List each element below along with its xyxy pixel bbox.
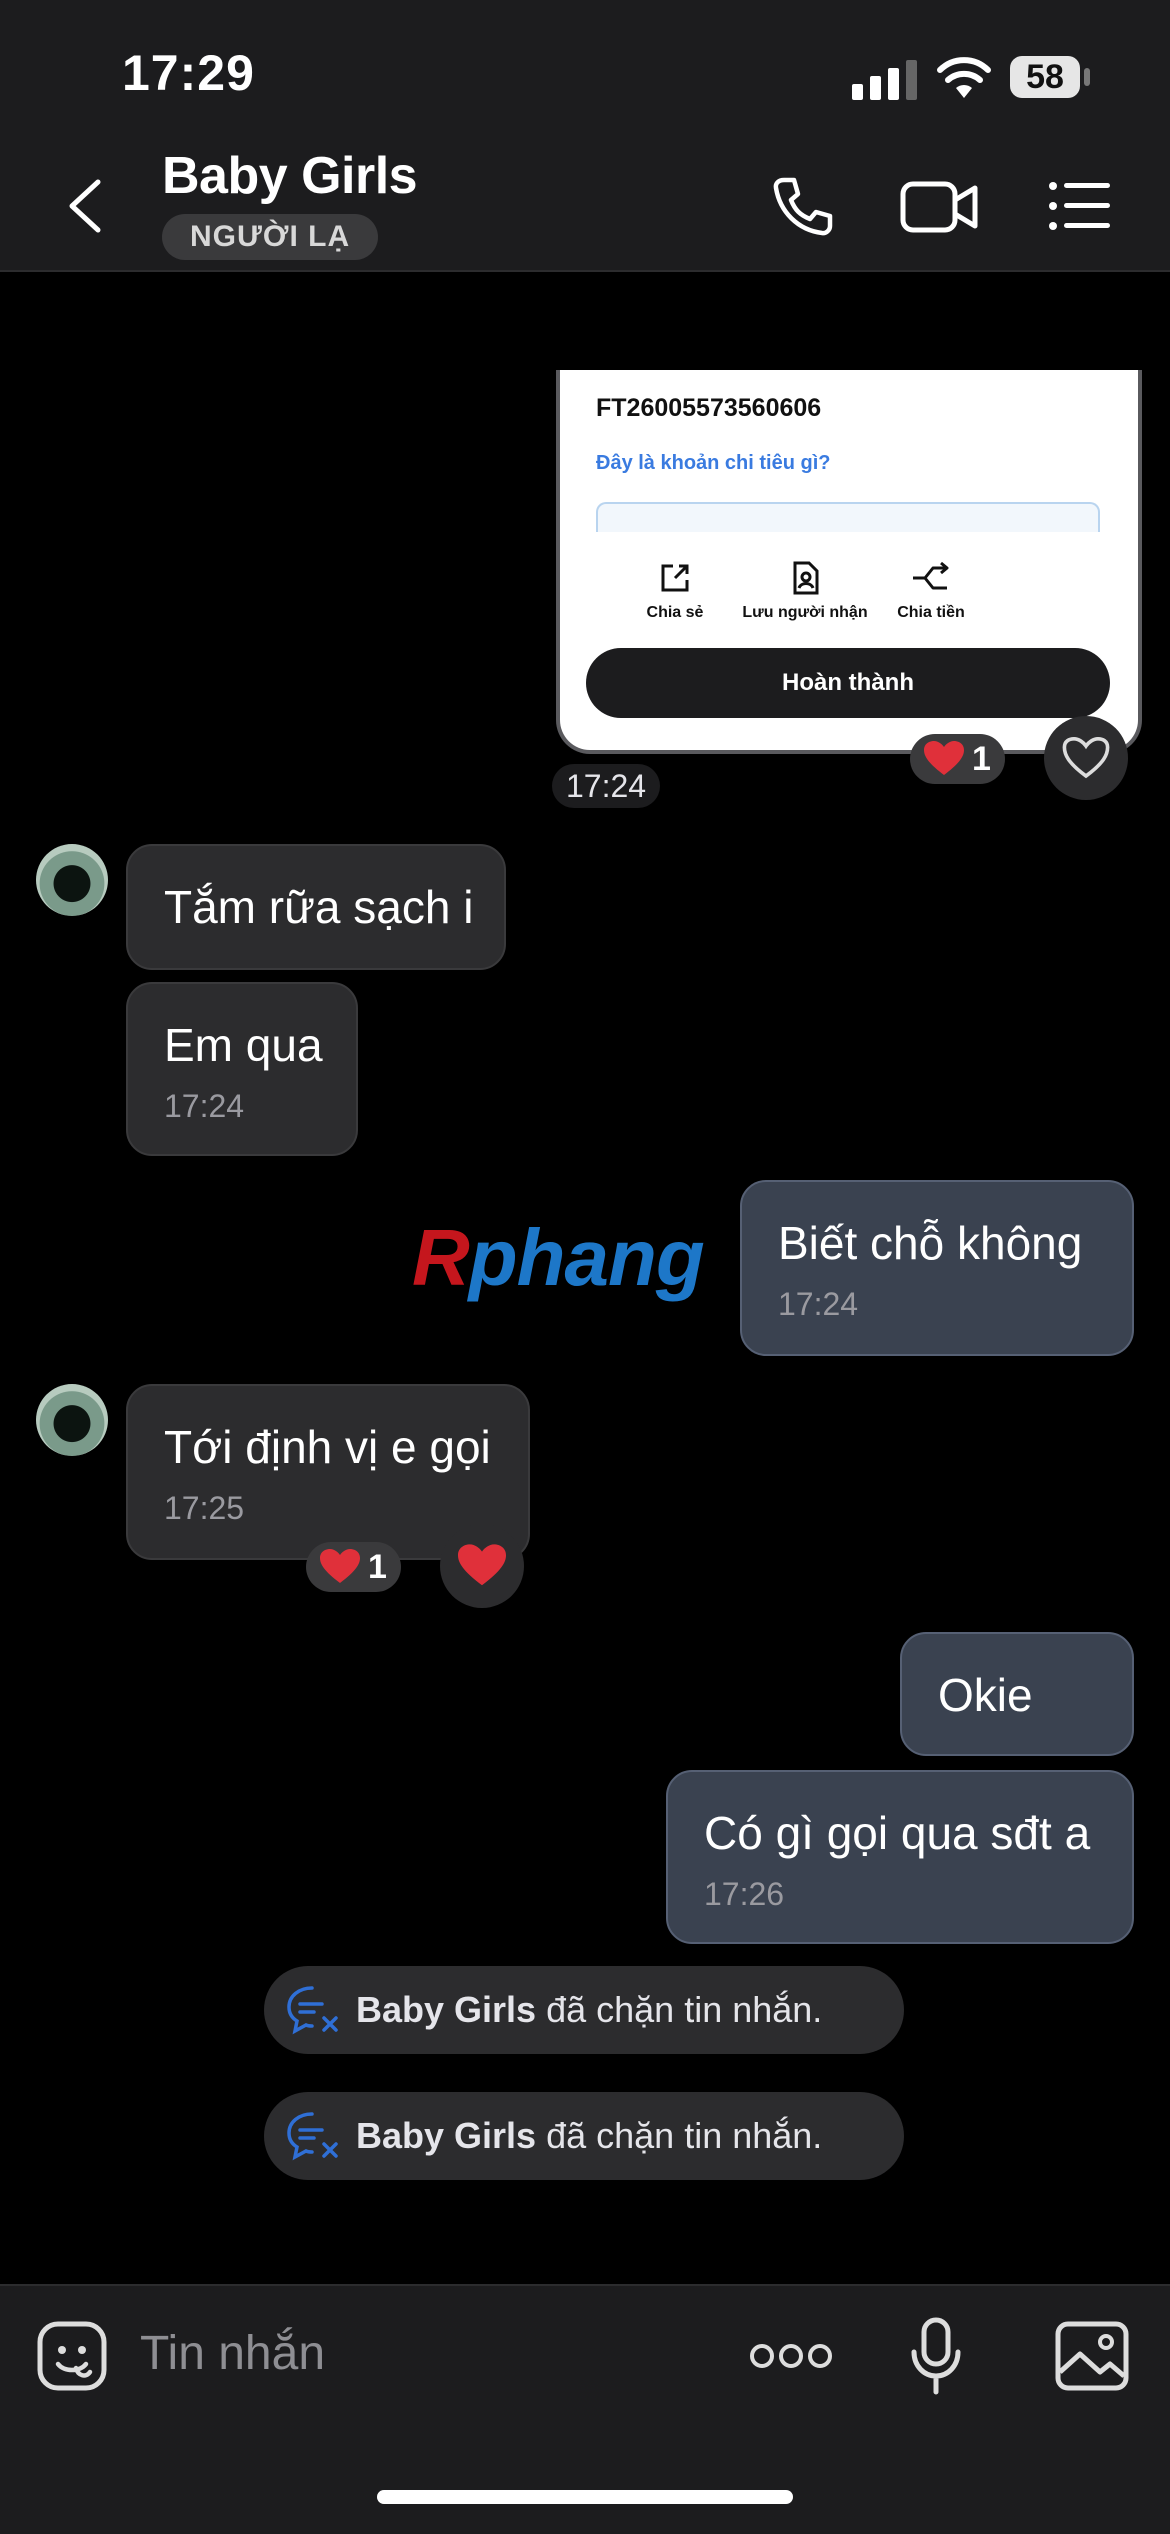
contact-name[interactable]: Baby Girls xyxy=(162,146,418,206)
contact-avatar[interactable] xyxy=(36,1384,108,1456)
reaction-count: 1 xyxy=(368,1548,387,1586)
video-call-icon[interactable] xyxy=(900,178,980,236)
back-arrow-icon[interactable] xyxy=(64,178,108,234)
transaction-code: FT26005573560606 xyxy=(596,394,822,422)
watermark: Rphang xyxy=(412,1213,705,1302)
save-recipient-icon xyxy=(793,561,819,595)
react-button[interactable] xyxy=(440,1524,524,1608)
done-button: Hoàn thành xyxy=(586,648,1110,718)
battery-indicator: 58 xyxy=(1010,56,1080,98)
more-options-icon[interactable] xyxy=(748,2338,834,2374)
save-recipient-label: Lưu người nhận xyxy=(742,604,868,621)
outgoing-message[interactable]: Biết chỗ không 17:24 xyxy=(740,1180,1134,1356)
stranger-badge: NGƯỜI LẠ xyxy=(162,214,379,260)
heart-icon xyxy=(320,1549,360,1583)
signal-icon xyxy=(852,60,917,100)
status-time: 17:29 xyxy=(122,45,255,101)
split-money-label: Chia tiền xyxy=(897,604,965,621)
notice-name: Baby Girls xyxy=(356,1989,537,2030)
home-indicator[interactable] xyxy=(377,2490,793,2504)
message-time: 17:25 xyxy=(164,1490,245,1526)
heart-icon xyxy=(458,1544,506,1586)
message-input[interactable]: Tin nhắn xyxy=(140,2326,325,2381)
notice-name: Baby Girls xyxy=(356,2115,537,2156)
message-text: Có gì gọi qua sđt a xyxy=(704,1807,1091,1859)
message-time: 17:24 xyxy=(778,1286,859,1322)
microphone-icon[interactable] xyxy=(908,2316,964,2396)
notice-text: đã chặn tin nhắn. xyxy=(536,1989,823,2030)
incoming-message[interactable]: Em qua 17:24 xyxy=(126,982,358,1156)
image-message[interactable]: FT26005573560606 Đây là khoản chi tiêu g… xyxy=(556,370,1142,754)
share-icon xyxy=(661,564,689,592)
message-blocked-icon xyxy=(287,2112,338,2161)
heart-outline-icon xyxy=(1062,736,1110,779)
message-text: Tắm rữa sạch i xyxy=(164,881,474,933)
contact-avatar[interactable] xyxy=(36,844,108,916)
split-money-action: Chia tiền xyxy=(866,560,996,622)
menu-list-icon[interactable] xyxy=(1048,180,1112,232)
outgoing-message[interactable]: Có gì gọi qua sđt a 17:26 xyxy=(666,1770,1134,1944)
image-timestamp: 17:24 xyxy=(552,764,661,808)
message-text: Biết chỗ không xyxy=(778,1217,1083,1269)
battery-tip xyxy=(1084,68,1090,86)
blocked-notice: Baby Girls đã chặn tin nhắn. xyxy=(264,1966,904,2054)
heart-icon xyxy=(924,741,964,775)
message-text: Em qua xyxy=(164,1019,323,1071)
expense-field xyxy=(596,502,1100,532)
react-button[interactable] xyxy=(1044,716,1128,800)
message-blocked-icon xyxy=(287,1986,338,2035)
message-text: Tới định vị e gọi xyxy=(164,1421,491,1473)
reaction-summary[interactable]: 1 xyxy=(910,734,1005,784)
incoming-message[interactable]: Tắm rữa sạch i xyxy=(126,844,506,970)
share-label: Chia sẻ xyxy=(646,604,704,621)
reaction-count: 1 xyxy=(972,740,991,778)
wifi-icon xyxy=(937,57,991,98)
sticker-icon[interactable] xyxy=(36,2320,108,2392)
phone-call-icon[interactable] xyxy=(770,174,834,238)
save-recipient-action: Lưu người nhận xyxy=(740,560,870,622)
outgoing-message[interactable]: Okie xyxy=(900,1632,1134,1756)
reaction-summary[interactable]: 1 xyxy=(306,1542,401,1592)
expense-question: Đây là khoản chi tiêu gì? xyxy=(596,452,831,474)
blocked-notice: Baby Girls đã chặn tin nhắn. xyxy=(264,2092,904,2180)
message-time: 17:24 xyxy=(164,1088,245,1124)
notice-text: đã chặn tin nhắn. xyxy=(536,2115,823,2156)
message-time: 17:26 xyxy=(704,1876,785,1912)
image-gallery-icon[interactable] xyxy=(1054,2320,1130,2392)
message-text: Okie xyxy=(938,1669,1033,1721)
split-money-icon xyxy=(913,561,949,590)
share-action: Chia sẻ xyxy=(610,560,740,622)
